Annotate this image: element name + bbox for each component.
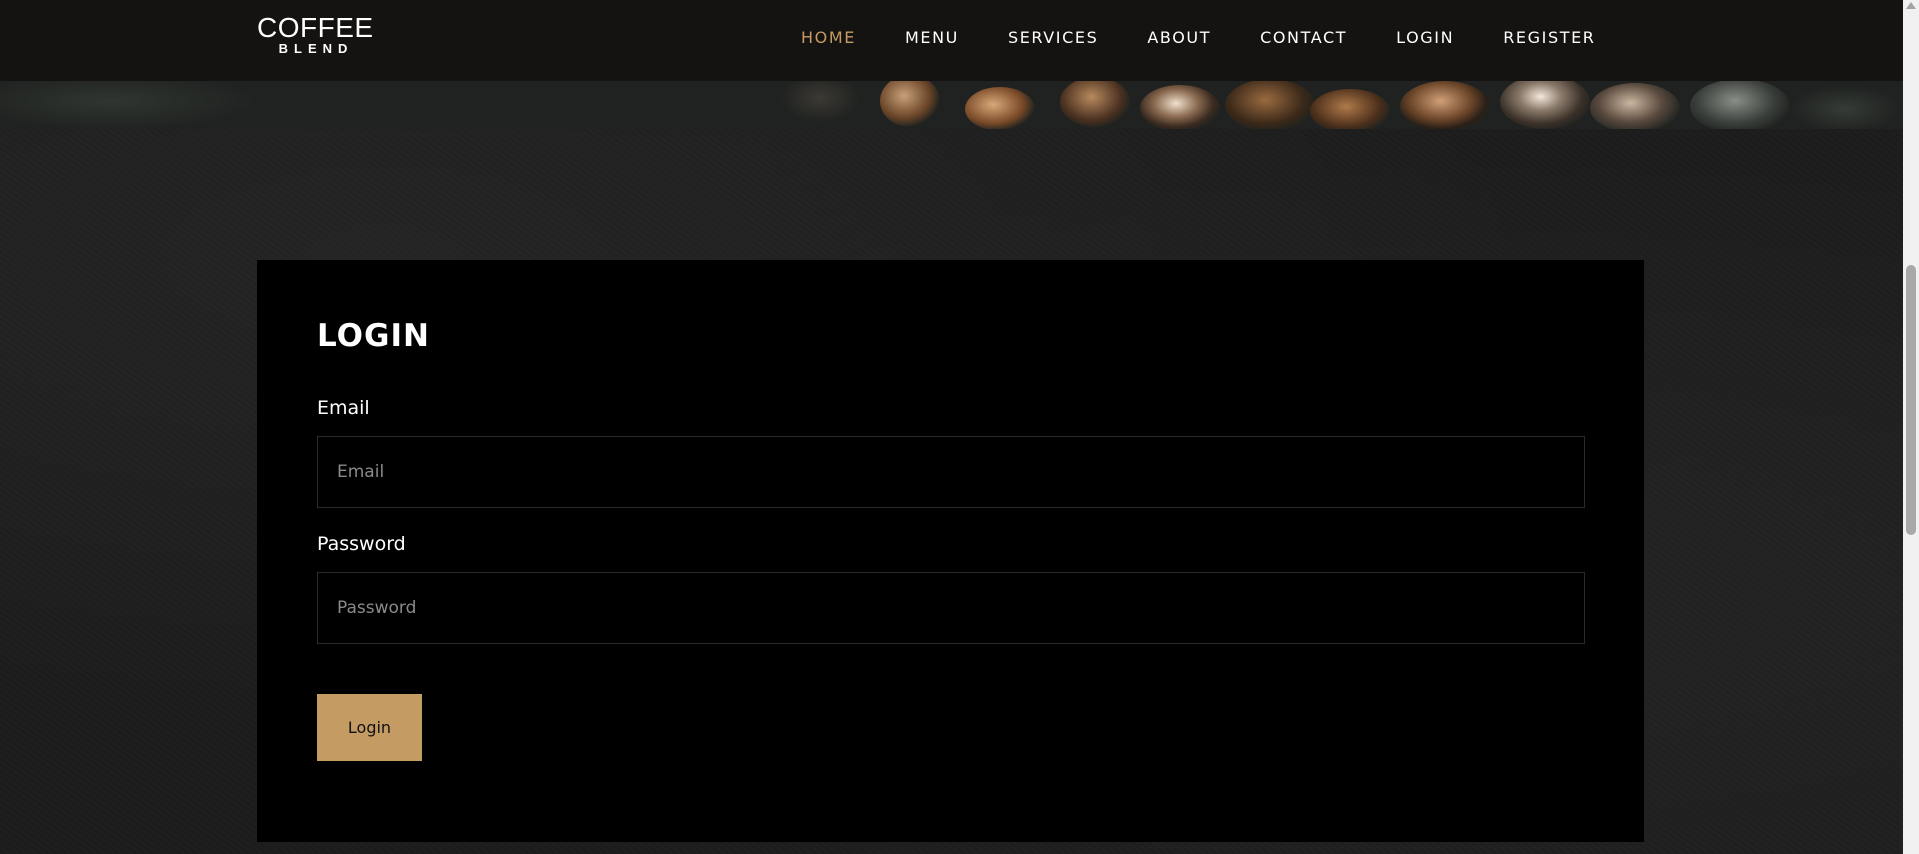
- login-button[interactable]: Login: [317, 694, 422, 761]
- nav-item-login[interactable]: LOGIN: [1396, 27, 1454, 49]
- password-label: Password: [317, 533, 406, 555]
- password-input[interactable]: [317, 572, 1585, 644]
- login-title: LOGIN: [317, 318, 430, 354]
- nav-item-home[interactable]: HOME: [801, 27, 856, 49]
- nav-item-menu[interactable]: MENU: [905, 27, 959, 49]
- page: COFFEE BLEND HOME MENU SERVICES ABOUT CO…: [0, 0, 1919, 854]
- nav-item-contact[interactable]: CONTACT: [1260, 27, 1347, 49]
- brand-name-top: COFFEE: [257, 12, 374, 43]
- page-scrollbar[interactable]: [1903, 0, 1919, 854]
- navbar: COFFEE BLEND HOME MENU SERVICES ABOUT CO…: [0, 0, 1903, 81]
- scrollbar-thumb[interactable]: [1906, 265, 1916, 535]
- nav-item-register[interactable]: REGISTER: [1503, 27, 1595, 49]
- brand-name-bottom: BLEND: [278, 41, 354, 56]
- login-card: LOGIN Email Password Login: [257, 260, 1644, 842]
- nav-item-about[interactable]: ABOUT: [1147, 27, 1211, 49]
- email-label: Email: [317, 397, 370, 419]
- brand-logo[interactable]: COFFEE BLEND: [257, 12, 374, 56]
- hero-image-coffee-beans: [0, 81, 1903, 129]
- email-input[interactable]: [317, 436, 1585, 508]
- main-nav: HOME MENU SERVICES ABOUT CONTACT LOGIN R…: [801, 27, 1596, 49]
- scroll-up-arrow-icon[interactable]: [1906, 2, 1916, 9]
- nav-item-services[interactable]: SERVICES: [1008, 27, 1098, 49]
